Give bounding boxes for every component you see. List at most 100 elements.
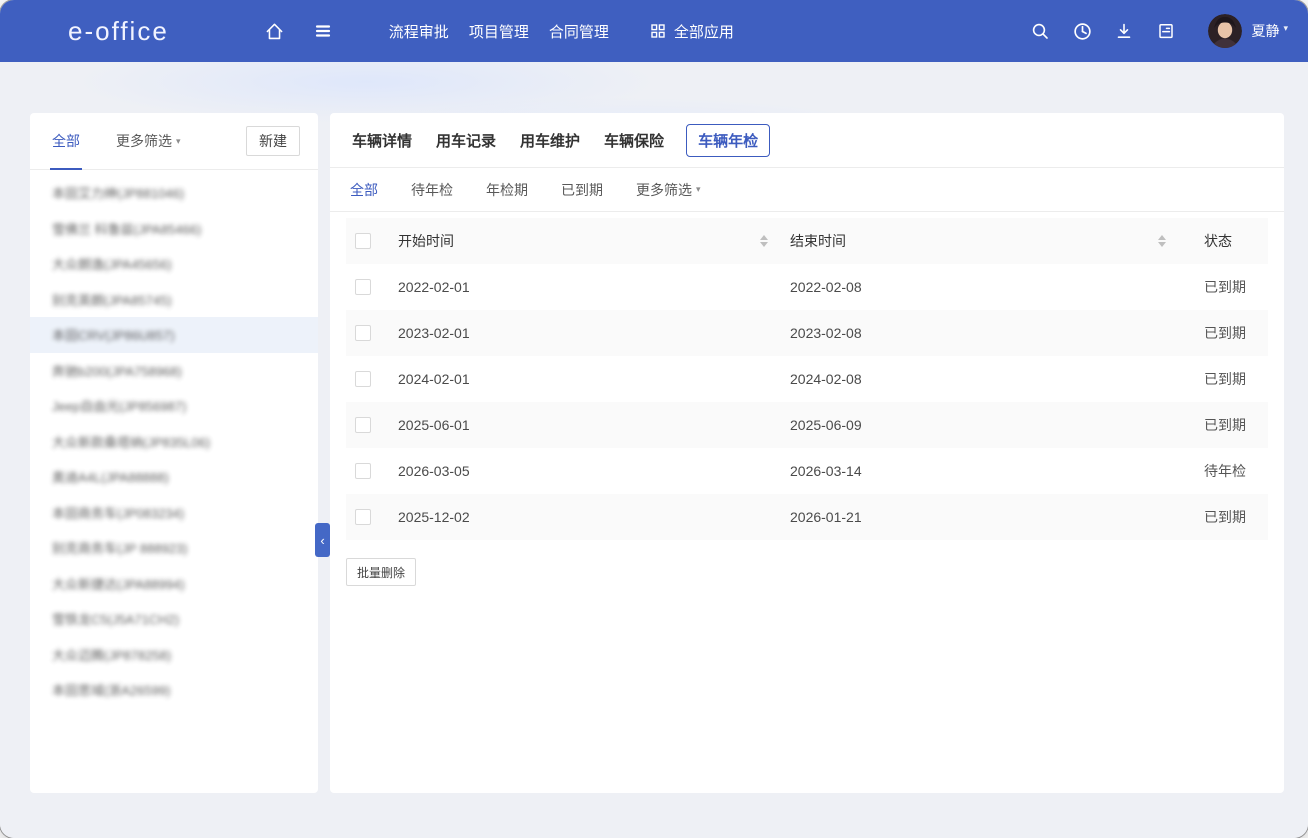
cell-start-time: 2026-03-05 bbox=[390, 463, 782, 479]
vehicle-label: 雪铁龙C5(J5A71CH2) bbox=[52, 609, 179, 628]
row-checkbox[interactable] bbox=[355, 279, 371, 295]
search-icon[interactable] bbox=[1026, 17, 1054, 45]
filter-row: 全部 待年检 年检期 已到期 更多筛选 ▾ bbox=[330, 168, 1284, 212]
filter-label: 待年检 bbox=[411, 180, 453, 200]
vehicle-label: 本田艾力绅(JP881046) bbox=[52, 183, 184, 202]
cell-start-time: 2025-06-01 bbox=[390, 417, 782, 433]
row-checkbox[interactable] bbox=[355, 325, 371, 341]
nav-item-2[interactable]: 项目管理 bbox=[467, 17, 531, 46]
table-row: 2025-06-012025-06-09已到期 bbox=[346, 402, 1268, 448]
row-checkbox[interactable] bbox=[355, 371, 371, 387]
content-area: 全部 更多筛选 ▾ 新建 本田艾力绅(JP881046) 雪佛兰 科鲁兹(JPA8… bbox=[0, 62, 1308, 838]
avatar[interactable] bbox=[1208, 14, 1242, 48]
table-body: 2022-02-012022-02-08已到期2023-02-012023-02… bbox=[346, 264, 1268, 540]
list-item[interactable]: 雪佛兰 科鲁兹(JPA85466) bbox=[30, 211, 318, 247]
tab-3[interactable]: 用车维护 bbox=[518, 125, 582, 156]
row-checkbox[interactable] bbox=[355, 509, 371, 525]
select-all-checkbox[interactable] bbox=[355, 233, 371, 249]
list-item[interactable]: 别克商务车(JP 888923) bbox=[30, 530, 318, 566]
vehicle-label: 别克商务车(JP 888923) bbox=[52, 538, 188, 557]
table-row: 2026-03-052026-03-14待年检 bbox=[346, 448, 1268, 494]
vehicle-label: 大众朗逸(JPA45656) bbox=[52, 254, 172, 273]
apps-grid-icon bbox=[649, 22, 667, 40]
cell-end-time: 2026-01-21 bbox=[782, 509, 1180, 525]
sidebar-more-filter[interactable]: 更多筛选 ▾ bbox=[116, 131, 181, 151]
vehicle-label: Jeep自由光(JP856987) bbox=[52, 396, 186, 415]
list-item[interactable]: 本田艾力绅(JP881046) bbox=[30, 175, 318, 211]
row-checkbox-cell bbox=[346, 279, 390, 295]
caret-up-icon bbox=[760, 235, 768, 240]
row-checkbox-cell bbox=[346, 463, 390, 479]
column-header-1: 开始时间 bbox=[390, 231, 782, 251]
sort-icon[interactable] bbox=[760, 235, 768, 247]
cell-start-time: 2022-02-01 bbox=[390, 279, 782, 295]
list-item[interactable]: 奔驰b200(JPA758968) bbox=[30, 353, 318, 389]
row-checkbox-cell bbox=[346, 325, 390, 341]
vehicle-label: 大众新款桑塔纳(JP835L06) bbox=[52, 432, 210, 451]
table-header: 开始时间结束时间状态 bbox=[346, 218, 1268, 264]
sidebar: 全部 更多筛选 ▾ 新建 本田艾力绅(JP881046) 雪佛兰 科鲁兹(JPA8… bbox=[30, 113, 318, 793]
row-checkbox[interactable] bbox=[355, 417, 371, 433]
top-nav: 流程审批项目管理合同管理 bbox=[387, 17, 627, 46]
list-item[interactable]: 大众新款桑塔纳(JP835L06) bbox=[30, 424, 318, 460]
sort-icon[interactable] bbox=[1158, 235, 1166, 247]
row-checkbox[interactable] bbox=[355, 463, 371, 479]
list-item[interactable]: 大众迈腾(JP878258) bbox=[30, 637, 318, 673]
sidebar-collapse-handle[interactable]: ‹ bbox=[315, 523, 330, 557]
nav-item-1[interactable]: 流程审批 bbox=[387, 17, 451, 46]
home-icon[interactable] bbox=[261, 17, 289, 45]
filter-item-5[interactable]: 更多筛选 ▾ bbox=[636, 180, 701, 200]
cell-status: 待年检 bbox=[1180, 461, 1268, 481]
caret-up-icon bbox=[1158, 235, 1166, 240]
column-title: 状态 bbox=[1204, 231, 1232, 251]
nav-item-3[interactable]: 合同管理 bbox=[547, 17, 611, 46]
list-item[interactable]: 奥迪A4L(JPA88888) bbox=[30, 459, 318, 495]
cell-end-time: 2025-06-09 bbox=[782, 417, 1180, 433]
all-apps-button[interactable]: 全部应用 bbox=[649, 21, 734, 42]
download-icon[interactable] bbox=[1110, 17, 1138, 45]
menu-icon[interactable] bbox=[309, 17, 337, 45]
chevron-down-icon: ▾ bbox=[696, 184, 701, 195]
user-menu-caret-icon[interactable]: ▾ bbox=[1283, 23, 1288, 34]
vehicle-label: 本田商务车(JP083234) bbox=[52, 503, 184, 522]
list-item[interactable]: 大众新捷达(JPA88994) bbox=[30, 566, 318, 602]
list-item[interactable]: 别克英朗(JPA85745) bbox=[30, 282, 318, 318]
batch-delete-button[interactable]: 批量删除 bbox=[346, 558, 416, 586]
vehicle-label: 奥迪A4L(JPA88888) bbox=[52, 467, 169, 486]
new-button[interactable]: 新建 bbox=[246, 126, 300, 156]
row-checkbox-cell bbox=[346, 417, 390, 433]
list-item[interactable]: 大众朗逸(JPA45656) bbox=[30, 246, 318, 282]
tab-5[interactable]: 车辆年检 bbox=[686, 124, 770, 157]
table-row: 2024-02-012024-02-08已到期 bbox=[346, 356, 1268, 402]
caret-down-icon bbox=[1158, 242, 1166, 247]
filter-label: 更多筛选 bbox=[636, 180, 692, 200]
vehicle-label: 本田思域(浙A26599) bbox=[52, 680, 170, 699]
list-item[interactable]: 本田CRV(JP86U857) bbox=[30, 317, 318, 353]
app-logo: e-office bbox=[68, 16, 169, 47]
all-apps-label: 全部应用 bbox=[674, 21, 734, 42]
topbar-right: 夏静 ▾ bbox=[1012, 14, 1288, 48]
list-item[interactable]: 本田思域(浙A26599) bbox=[30, 672, 318, 708]
inspection-table: 开始时间结束时间状态 2022-02-012022-02-08已到期2023-0… bbox=[346, 218, 1268, 540]
filter-item-1[interactable]: 全部 bbox=[350, 180, 378, 200]
app-window: e-office 流程审批项目管理合同管理 全部应用 bbox=[0, 0, 1308, 838]
tab-4[interactable]: 车辆保险 bbox=[602, 125, 666, 156]
filter-item-3[interactable]: 年检期 bbox=[486, 180, 528, 200]
cell-end-time: 2024-02-08 bbox=[782, 371, 1180, 387]
cell-status: 已到期 bbox=[1180, 323, 1268, 343]
sidebar-header: 全部 更多筛选 ▾ 新建 bbox=[30, 113, 318, 170]
cell-start-time: 2023-02-01 bbox=[390, 325, 782, 341]
list-item[interactable]: Jeep自由光(JP856987) bbox=[30, 388, 318, 424]
list-item[interactable]: 本田商务车(JP083234) bbox=[30, 495, 318, 531]
tabs-row: 车辆详情用车记录用车维护车辆保险车辆年检 bbox=[330, 113, 1284, 168]
user-name[interactable]: 夏静 bbox=[1251, 21, 1279, 41]
tab-2[interactable]: 用车记录 bbox=[434, 125, 498, 156]
document-icon[interactable] bbox=[1152, 17, 1180, 45]
filter-item-2[interactable]: 待年检 bbox=[411, 180, 453, 200]
vehicle-label: 雪佛兰 科鲁兹(JPA85466) bbox=[52, 219, 201, 238]
tab-1[interactable]: 车辆详情 bbox=[350, 125, 414, 156]
sidebar-tab-all[interactable]: 全部 bbox=[52, 131, 80, 151]
filter-item-4[interactable]: 已到期 bbox=[561, 180, 603, 200]
clock-icon[interactable] bbox=[1068, 17, 1096, 45]
list-item[interactable]: 雪铁龙C5(J5A71CH2) bbox=[30, 601, 318, 637]
